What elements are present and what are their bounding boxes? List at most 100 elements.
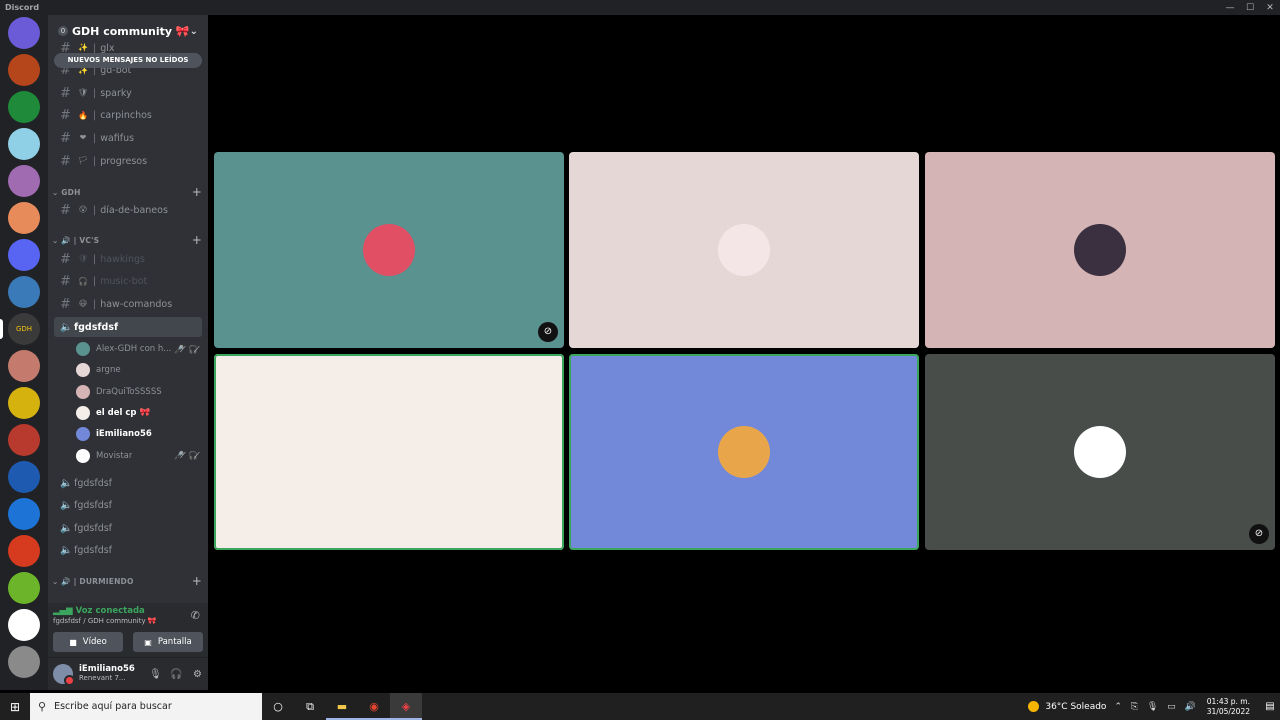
emoji-icon: 🛡 <box>78 254 89 263</box>
voice-channel[interactable]: 🔈 fgdsfdsf <box>54 473 202 493</box>
server-icon[interactable] <box>8 54 40 86</box>
voice-user[interactable]: argne <box>76 360 202 380</box>
participant-tile[interactable] <box>569 354 919 550</box>
server-icon[interactable] <box>8 239 40 271</box>
voice-user[interactable]: Movistar 🎤̸🎧̸ <box>76 446 202 466</box>
server-icon[interactable] <box>8 276 40 308</box>
voice-channel[interactable]: 🔈 fgdsfdsf <box>54 496 202 516</box>
voice-user-name: iEmiliano56 <box>96 429 152 440</box>
participant-tile[interactable]: ⊘ <box>925 354 1275 550</box>
voice-user[interactable]: el del cp 🎀 <box>76 403 202 423</box>
avatar[interactable] <box>53 664 75 686</box>
avatar <box>1074 224 1126 276</box>
channel-item[interactable]: # 🛡 | hawkings <box>54 249 202 269</box>
channel-label: fgdsfdsf <box>74 321 119 333</box>
server-icon[interactable] <box>8 387 40 419</box>
maximize-button[interactable]: ☐ <box>1240 3 1260 13</box>
windows-start-icon[interactable]: ⊞ <box>0 700 30 714</box>
microphone-icon[interactable]: 🎙 <box>145 669 166 680</box>
gear-icon[interactable]: ⚙ <box>187 669 208 680</box>
hash-icon: # <box>60 153 71 169</box>
headphones-icon[interactable]: 🎧 <box>166 669 187 680</box>
category-durmiendo[interactable]: ⌄ 🔊 | DURMIENDO + <box>52 574 202 588</box>
emoji-icon: ❤ <box>79 133 87 143</box>
server-icon[interactable] <box>8 572 40 604</box>
notifications-icon[interactable]: ▤ <box>1260 701 1280 712</box>
server-icon[interactable] <box>8 91 40 123</box>
channel-item[interactable]: # 😃 | haw-comandos <box>54 294 202 314</box>
server-icon[interactable] <box>8 165 40 197</box>
channel-item[interactable]: # 🔥 | carpinchos <box>54 106 202 126</box>
emoji-icon: 🛡 <box>78 88 89 98</box>
speaker-icon: 🔈 <box>60 545 73 557</box>
emoji-icon: 🏳 <box>78 156 89 165</box>
video-button[interactable]: ■ Vídeo <box>53 632 123 652</box>
chevron-down-icon[interactable]: ⌄ <box>190 26 198 37</box>
emoji-icon: ✨ <box>78 43 88 52</box>
server-icon[interactable] <box>8 609 40 641</box>
channel-label: sparky <box>100 87 132 99</box>
disconnect-icon[interactable]: ✆ <box>191 609 200 622</box>
server-icon[interactable] <box>8 17 40 49</box>
voice-channel[interactable]: 🔈 fgdsfdsf <box>54 541 202 561</box>
voice-user[interactable]: iEmiliano56 <box>76 424 202 444</box>
task-view-icon[interactable]: ⧉ <box>294 693 326 720</box>
participant-tile[interactable] <box>214 354 564 550</box>
hash-icon: # <box>60 251 71 267</box>
channel-item[interactable]: # 🏳 | progresos <box>54 151 202 171</box>
participant-tile[interactable]: ⊘ <box>214 152 564 348</box>
file-explorer-icon[interactable]: ▬ <box>326 693 358 720</box>
server-icon[interactable]: GDH <box>8 313 40 345</box>
server-icon[interactable] <box>8 350 40 382</box>
search-icon: ⚲ <box>38 700 47 713</box>
voice-location[interactable]: fgdsfdsf / GDH community 🎀 <box>53 617 157 625</box>
muted-deafened-icon: 🎤̸🎧̸ <box>174 451 202 460</box>
voice-channel-active[interactable]: 🔈 fgdsfdsf <box>54 317 202 337</box>
channel-dia-de-baneos[interactable]: # 😮 | día-de-baneos <box>54 200 202 220</box>
weather-widget[interactable]: 36°C Soleado <box>1028 701 1106 712</box>
server-icon[interactable] <box>8 646 40 678</box>
category-vcs[interactable]: ⌄ 🔊 | VC'S + <box>52 233 202 247</box>
server-icon[interactable] <box>8 498 40 530</box>
add-channel-icon[interactable]: + <box>192 574 202 588</box>
collapse-icon: ⌄ <box>52 187 62 197</box>
server-icon[interactable] <box>8 461 40 493</box>
server-icon[interactable] <box>8 535 40 567</box>
server-icon[interactable] <box>8 424 40 456</box>
participant-tile[interactable] <box>925 152 1275 348</box>
screen-share-button[interactable]: ▣ Pantalla <box>133 632 203 652</box>
channel-item[interactable]: # ❤ | wafifus <box>54 128 202 148</box>
category-gdh[interactable]: ⌄ GDH + <box>52 185 202 199</box>
server-icon[interactable] <box>8 202 40 234</box>
unread-messages-banner[interactable]: NUEVOS MENSAJES NO LEÍDOS <box>54 53 202 68</box>
avatar <box>363 426 415 478</box>
close-button[interactable]: ✕ <box>1260 3 1280 13</box>
discord-icon[interactable]: ◈ <box>390 693 422 720</box>
emoji-icon: 🎧 <box>78 276 88 286</box>
add-channel-icon[interactable]: + <box>192 233 202 247</box>
channel-item[interactable]: # 🛡 | sparky <box>54 83 202 103</box>
avatar <box>76 448 90 463</box>
participant-tile[interactable] <box>569 152 919 348</box>
window-titlebar: Discord — ☐ ✕ <box>0 0 1280 15</box>
voice-status[interactable]: ▂▄▆ Voz conectada <box>53 606 145 616</box>
speaker-icon: 🔈 <box>60 321 73 333</box>
voice-channel[interactable]: 🔈 fgdsfdsf <box>54 518 202 538</box>
collapse-icon: ⌄ <box>52 235 62 245</box>
server-icon[interactable] <box>8 128 40 160</box>
speaker-icon: 🔈 <box>60 477 73 489</box>
clock[interactable]: 01:43 p. m. 31/05/2022 <box>1207 697 1250 716</box>
voice-user[interactable]: Alex-GDH con h... 🎤̸🎧̸ <box>76 339 202 359</box>
voice-user[interactable]: DraQuiToSSSSS <box>76 382 202 402</box>
taskbar-search[interactable]: ⚲ Escribe aquí para buscar <box>30 693 262 720</box>
avatar <box>76 342 90 356</box>
cortana-icon[interactable]: ○ <box>262 693 294 720</box>
minimize-button[interactable]: — <box>1220 3 1240 13</box>
chrome-icon[interactable]: ◉ <box>358 693 390 720</box>
system-tray-icons[interactable]: ⌃ ⎘ 🎙 ▭ 🔊 <box>1114 702 1198 712</box>
channel-item[interactable]: # 🎧 | music-bot <box>54 272 202 292</box>
add-channel-icon[interactable]: + <box>192 185 202 199</box>
avatar <box>1074 426 1126 478</box>
boost-count: 0 <box>58 26 68 36</box>
voice-user-name: Movistar <box>96 450 133 461</box>
